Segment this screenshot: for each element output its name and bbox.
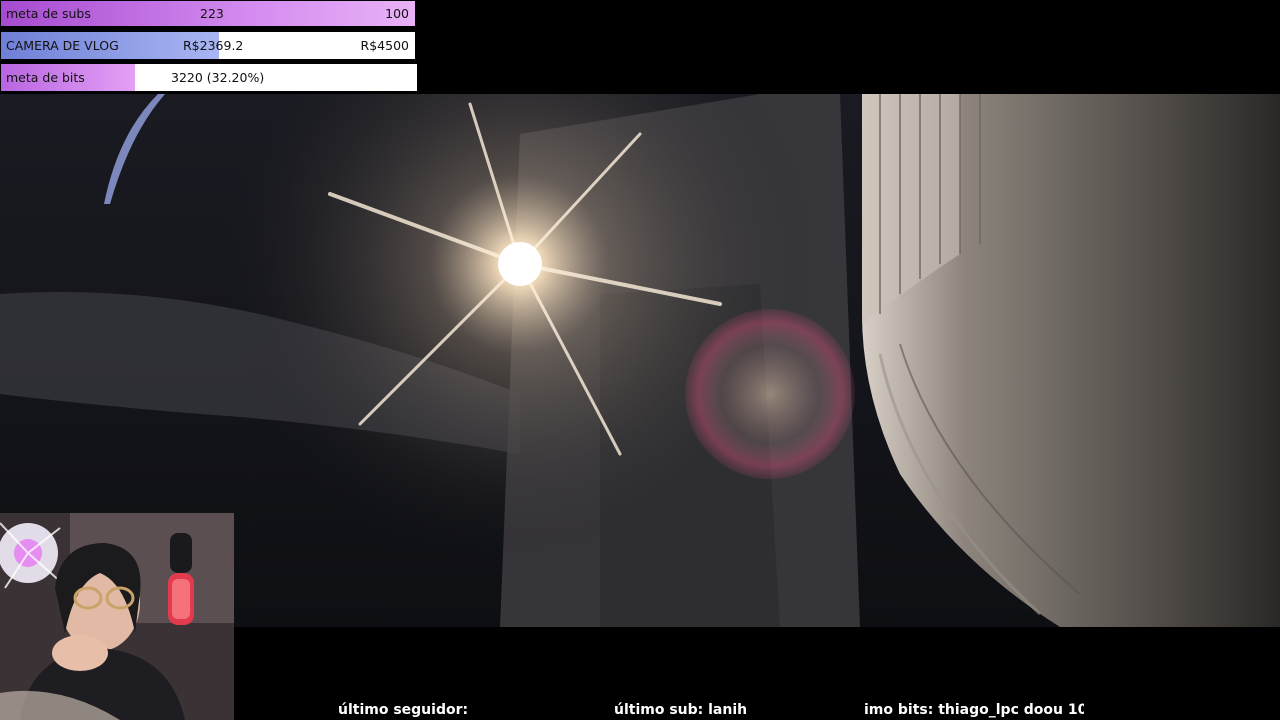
streamer-hands xyxy=(52,635,108,671)
vlog-goal-target: R$4500 xyxy=(360,38,409,53)
bits-goal-bar: meta de bits 3220 (32.20%) xyxy=(0,63,418,92)
vlog-goal-current: R$2369.2 xyxy=(183,38,244,53)
last-bits-ticker: imo bits: thiago_lpc doou 10 xyxy=(864,702,1084,718)
last-follower-ticker: último seguidor: vi xyxy=(338,702,471,718)
streamer-webcam xyxy=(0,513,234,720)
lens-flare-ring xyxy=(685,309,855,479)
subs-goal-target: 100 xyxy=(385,6,409,21)
last-sub-ticker: último sub: lanih_ xyxy=(614,702,746,718)
vlog-camera-goal-bar: CAMERA DE VLOG R$2369.2 R$4500 xyxy=(0,31,416,60)
bits-goal-title: meta de bits xyxy=(6,70,85,85)
subs-goal-current: 223 xyxy=(200,6,224,21)
subs-goal-bar: meta de subs 223 100 xyxy=(0,0,416,27)
vlog-goal-title: CAMERA DE VLOG xyxy=(6,38,119,53)
subs-goal-title: meta de subs xyxy=(6,6,91,21)
microphone-icon xyxy=(168,533,194,625)
bits-goal-current: 3220 (32.20%) xyxy=(171,70,265,85)
sun xyxy=(498,242,542,286)
